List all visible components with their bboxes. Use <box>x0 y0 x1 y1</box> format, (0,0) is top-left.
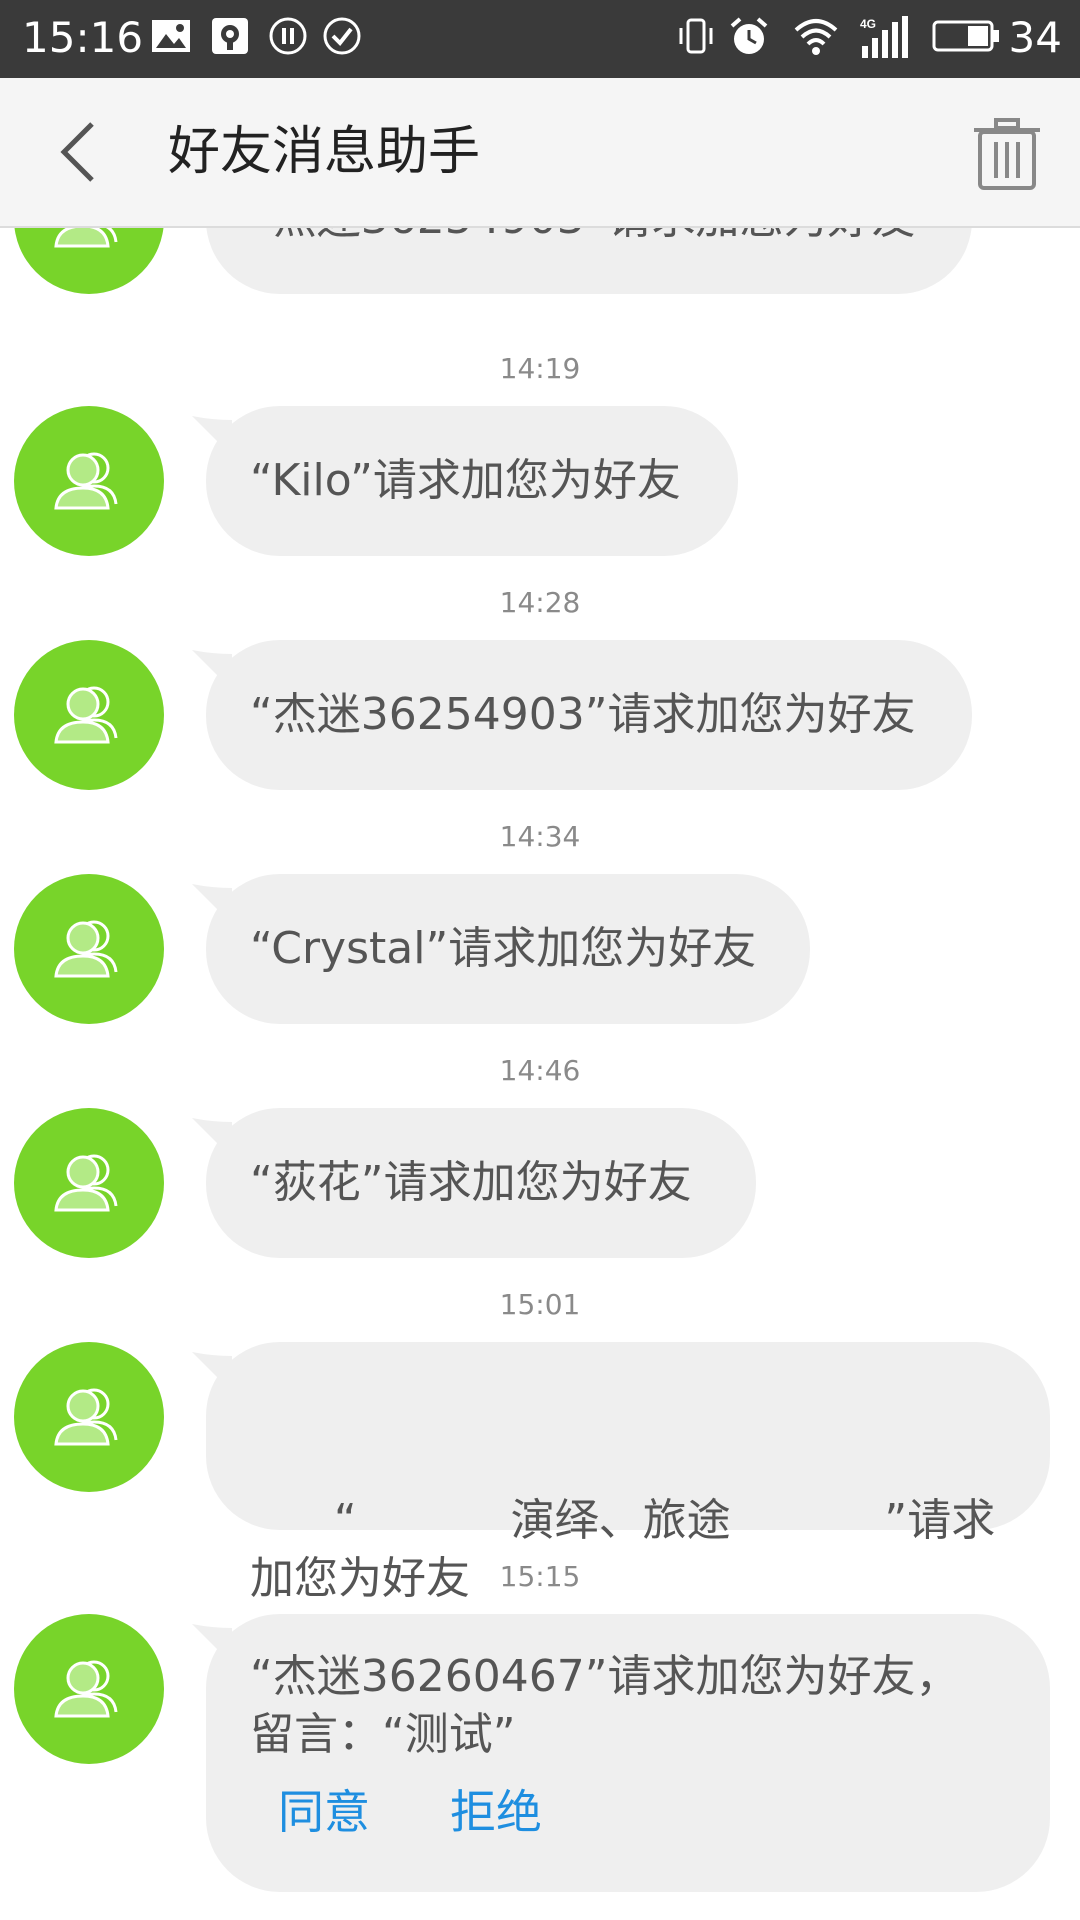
trash-icon <box>974 118 1040 190</box>
user-group-icon <box>54 452 118 510</box>
bubble-tail <box>192 650 232 690</box>
app-bar: 好友消息助手 <box>0 78 1080 228</box>
vibrate-icon <box>676 16 716 62</box>
user-group-icon <box>54 920 118 978</box>
message-bubble[interactable]: “杰迷36260467”请求加您为好友，留言：“测试” 同意 拒绝 <box>192 1614 1050 1892</box>
user-group-icon <box>54 686 118 744</box>
message-bubble[interactable]: “荻花”请求加您为好友 <box>192 1108 756 1258</box>
status-bar: 15:16 4G 34 <box>0 0 1080 78</box>
timestamp: 14:46 <box>499 1054 581 1087</box>
timestamp: 14:34 <box>499 820 581 853</box>
avatar[interactable] <box>14 1614 164 1764</box>
podcast-icon <box>210 16 250 62</box>
user-group-icon <box>54 228 118 248</box>
bubble-tail <box>192 416 232 456</box>
avatar[interactable] <box>14 228 164 294</box>
request-actions: 同意 拒绝 <box>250 1782 1002 1843</box>
timestamp: 14:19 <box>499 352 581 385</box>
page-title: 好友消息助手 <box>168 122 481 182</box>
battery-icon <box>932 16 1002 62</box>
alarm-icon <box>728 16 770 62</box>
timestamp: 15:15 <box>499 1560 581 1593</box>
message-bubble[interactable]: “Kilo”请求加您为好友 <box>192 406 738 556</box>
message-text: “杰迷36254903”请求加您为好友 <box>250 228 916 244</box>
timestamp: 14:28 <box>499 586 581 619</box>
message-list[interactable]: “杰迷36254903”请求加您为好友 14:19 “Kilo”请求加您为好友 … <box>0 228 1080 1920</box>
avatar[interactable] <box>14 406 164 556</box>
reject-button[interactable]: 拒绝 <box>450 1782 542 1842</box>
message-bubble[interactable]: “Crystal”请求加您为好友 <box>192 874 810 1024</box>
user-group-icon <box>54 1154 118 1212</box>
battery-percent: 34 <box>1008 13 1062 62</box>
avatar[interactable] <box>14 1342 164 1492</box>
user-group-icon <box>54 1660 118 1718</box>
message-text: “Crystal”请求加您为好友 <box>250 923 757 974</box>
message-text: “Kilo”请求加您为好友 <box>250 455 681 506</box>
back-button[interactable] <box>52 114 112 190</box>
timestamp: 15:01 <box>499 1288 581 1321</box>
avatar[interactable] <box>14 1108 164 1258</box>
message-text: “杰迷36254903”请求加您为好友 <box>250 689 916 740</box>
status-time: 15:16 <box>22 13 144 62</box>
accept-button[interactable]: 同意 <box>278 1782 370 1842</box>
message-bubble[interactable]: “ 演绎、旅途 ”请求加您为好友 <box>192 1342 1050 1604</box>
user-group-icon <box>54 1388 118 1446</box>
image-icon <box>150 16 192 62</box>
message-text: “杰迷36260467”请求加您为好友，留言：“测试” <box>250 1651 960 1760</box>
bubble-tail <box>192 884 232 924</box>
bubble-tail <box>192 1624 232 1664</box>
wifi-icon <box>792 16 840 62</box>
message-text: “荻花”请求加您为好友 <box>250 1157 692 1208</box>
check-circle-icon <box>322 16 362 62</box>
avatar[interactable] <box>14 640 164 790</box>
delete-button[interactable] <box>972 116 1042 192</box>
chevron-left-icon <box>60 122 94 182</box>
pause-icon <box>268 16 308 62</box>
message-bubble[interactable]: “杰迷36254903”请求加您为好友 <box>206 228 972 294</box>
svg-text:4G: 4G <box>860 17 876 31</box>
message-bubble[interactable]: “杰迷36254903”请求加您为好友 <box>192 640 972 790</box>
bubble-tail <box>192 1352 232 1392</box>
bubble-tail <box>192 1118 232 1158</box>
signal-4g-icon: 4G <box>858 16 912 62</box>
avatar[interactable] <box>14 874 164 1024</box>
